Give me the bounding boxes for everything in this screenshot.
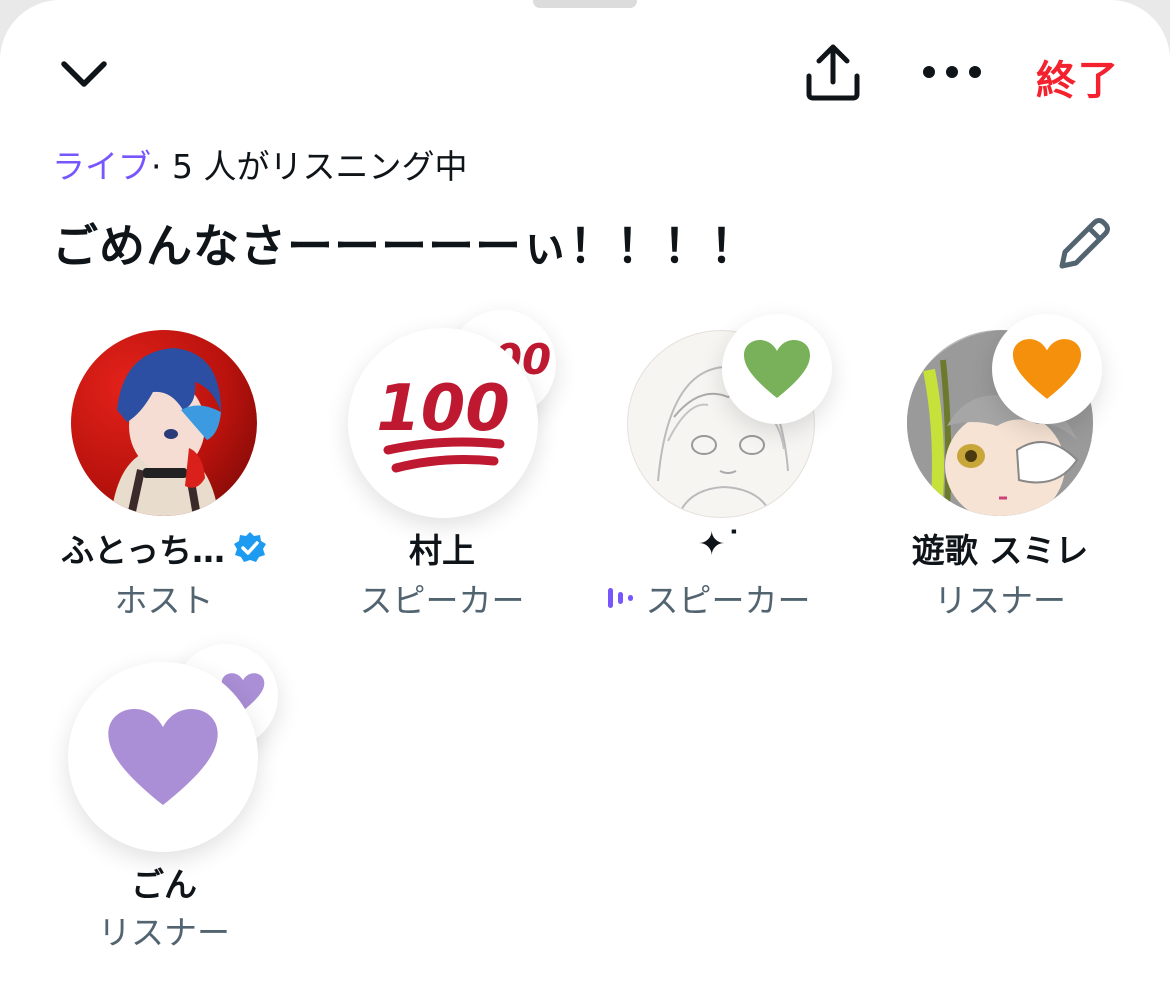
participant-name: ふとっち… — [44, 524, 284, 572]
participant-listener-sumire[interactable]: 遊歌 スミレ リスナー — [880, 314, 1120, 660]
reaction-bubble — [722, 314, 832, 424]
participant-name: ✦˙ — [697, 524, 743, 563]
share-icon — [806, 44, 860, 101]
pencil-icon — [1059, 218, 1110, 269]
participant-role: リスナー — [934, 581, 1066, 620]
space-status: ライブ· 5 人がリスニング中 — [52, 140, 467, 188]
edit-title-button[interactable] — [1056, 214, 1114, 276]
participant-speaker[interactable]: ✦˙ スピーカー — [600, 314, 840, 660]
participant-name: 村上 — [409, 531, 475, 570]
purple-heart-icon — [108, 708, 218, 806]
green-heart-icon — [744, 340, 810, 398]
verified-badge-icon — [234, 532, 266, 562]
speaking-indicator-icon — [607, 588, 633, 608]
participant-listener-gon[interactable]: ごん リスナー — [44, 644, 284, 974]
participant-name: 遊歌 スミレ — [911, 531, 1089, 570]
drag-handle[interactable] — [533, 0, 637, 8]
chevron-down-icon — [61, 61, 107, 87]
participant-role: スピーカー — [359, 581, 525, 620]
participant-role: ホスト — [114, 581, 214, 620]
reaction-bubble — [992, 314, 1102, 424]
end-button[interactable]: 終了 — [1036, 48, 1120, 106]
participant-name: ごん — [131, 865, 197, 904]
listener-count: · 5 人がリスニング中 — [151, 147, 468, 186]
space-sheet: 終了 ライブ· 5 人がリスニング中 ごめんなさーーーーーぃ！！！！ ふとっち… — [0, 0, 1170, 1000]
participant-host[interactable]: ふとっち… ホスト — [44, 330, 284, 660]
reaction-bubble — [68, 662, 258, 852]
participant-role: スピーカー — [588, 574, 828, 622]
reaction-bubble: 100 — [348, 328, 538, 518]
collapse-button[interactable] — [56, 50, 112, 98]
avatar — [71, 330, 257, 516]
share-button[interactable] — [802, 42, 864, 104]
participant-role: リスナー — [98, 913, 230, 952]
more-icon — [923, 66, 981, 78]
orange-heart-icon — [1012, 339, 1082, 399]
svg-text:100: 100 — [378, 372, 508, 446]
space-title: ごめんなさーーーーーぃ！！！！ — [52, 219, 757, 273]
hundred-points-icon: 100 — [378, 372, 508, 473]
live-label: ライブ — [52, 147, 151, 186]
more-button[interactable] — [920, 52, 984, 92]
participant-speaker-murakami[interactable]: 00 100 村上 スピーカー — [322, 310, 562, 640]
